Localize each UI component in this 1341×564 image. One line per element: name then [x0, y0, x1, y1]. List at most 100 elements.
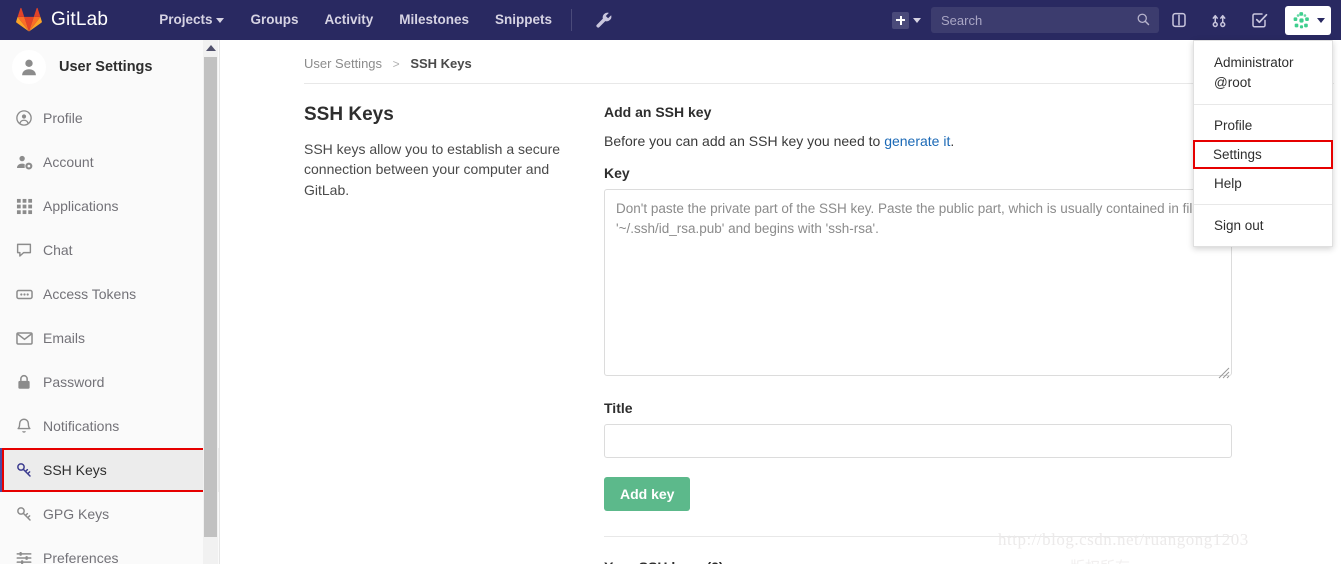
dropdown-item-sign-out[interactable]: Sign out [1194, 211, 1332, 240]
sidebar-item-label: Preferences [43, 550, 119, 564]
search-box[interactable] [931, 7, 1159, 33]
avatar [12, 50, 46, 84]
sidebar-item-chat[interactable]: Chat [0, 228, 219, 272]
brand-link[interactable]: GitLab [16, 7, 108, 33]
chat-bubble-icon [14, 240, 34, 260]
gitlab-ssh-keys-page: GitLab Projects Groups Activity Mileston… [0, 0, 1341, 564]
sidebar-header: User Settings [0, 40, 219, 94]
sidebar-item-label: GPG Keys [43, 506, 110, 522]
lock-icon [14, 372, 34, 392]
form-subtitle-after: . [950, 133, 955, 149]
sidebar-item-label: Access Tokens [43, 286, 137, 302]
brand-name: GitLab [51, 9, 109, 30]
breadcrumb-parent[interactable]: User Settings [304, 56, 382, 71]
todos-button[interactable] [1239, 11, 1279, 29]
sidebar-item-gpg-keys[interactable]: GPG Keys [0, 492, 219, 536]
generate-it-link[interactable]: generate it [884, 133, 950, 149]
user-menu-button[interactable] [1285, 5, 1331, 35]
breadcrumb-separator: > [392, 57, 400, 71]
sliders-icon [14, 548, 34, 564]
token-icon [14, 284, 34, 304]
sidebar-title: User Settings [59, 59, 153, 75]
key-textarea[interactable] [604, 189, 1232, 376]
scrollbar-up-button[interactable] [203, 40, 218, 56]
nav-link-snippets[interactable]: Snippets [482, 0, 565, 40]
title-input[interactable] [604, 424, 1232, 458]
title-field-label: Title [604, 400, 633, 416]
user-circle-icon [14, 108, 34, 128]
dropdown-item-help[interactable]: Help [1194, 169, 1332, 198]
chevron-down-icon [1317, 17, 1325, 23]
sidebar-item-notifications[interactable]: Notifications [0, 404, 219, 448]
sidebar-item-label: SSH Keys [43, 462, 107, 478]
section-description: SSH Keys SSH keys allow you to establish… [304, 104, 604, 564]
dropdown-item-settings[interactable]: Settings [1193, 140, 1333, 170]
top-navbar: GitLab Projects Groups Activity Mileston… [0, 0, 1341, 40]
section-divider [604, 536, 1232, 537]
search-icon [1137, 13, 1150, 26]
chevron-down-icon [913, 17, 921, 23]
bell-icon [14, 416, 34, 436]
form-subtitle-before: Before you can add an SSH key you need t… [604, 133, 885, 149]
sidebar-item-account[interactable]: Account [0, 140, 219, 184]
settings-sidebar: User Settings Profile Account Applicatio… [0, 40, 220, 564]
merge-requests-button[interactable] [1199, 11, 1239, 29]
sidebar-nav: Profile Account Applications Chat Access… [0, 94, 219, 564]
user-dropdown-menu: Administrator @root Profile Settings Hel… [1193, 40, 1333, 248]
sidebar-item-ssh-keys[interactable]: SSH Keys [0, 448, 219, 492]
form-title: Add an SSH key [604, 104, 712, 120]
key-icon [14, 504, 34, 524]
page-title: SSH Keys [304, 104, 394, 125]
chevron-down-icon [216, 17, 225, 23]
sidebar-item-access-tokens[interactable]: Access Tokens [0, 272, 219, 316]
navbar-right [886, 0, 1335, 40]
sidebar-item-emails[interactable]: Emails [0, 316, 219, 360]
triangle-up-icon [205, 45, 216, 51]
sidebar-item-profile[interactable]: Profile [0, 96, 219, 140]
new-item-button[interactable] [886, 11, 927, 29]
dropdown-signout-group: Sign out [1194, 205, 1332, 246]
sidebar-item-password[interactable]: Password [0, 360, 219, 404]
page-description: SSH keys allow you to establish a secure… [304, 141, 561, 198]
dropdown-username: @root [1214, 74, 1251, 90]
user-avatar-icon [22, 59, 36, 76]
add-key-button[interactable]: Add key [604, 477, 691, 511]
key-textarea-wrapper [604, 189, 1232, 381]
grid-dots-icon [14, 196, 34, 216]
user-gear-icon [14, 152, 34, 172]
sidebar-item-applications[interactable]: Applications [0, 184, 219, 228]
dropdown-item-profile[interactable]: Profile [1194, 111, 1332, 140]
sidebar-item-label: Chat [43, 242, 73, 258]
dropdown-user-name: Administrator [1214, 55, 1294, 70]
gitlab-tanuki-logo-icon [16, 7, 42, 32]
breadcrumb: User Settings > SSH Keys [220, 40, 1341, 71]
nav-link-activity[interactable]: Activity [311, 0, 386, 40]
sidebar-item-preferences[interactable]: Preferences [0, 536, 219, 564]
main-content: User Settings > SSH Keys SSH Keys SSH ke… [220, 40, 1341, 564]
admin-area-button[interactable] [586, 11, 621, 30]
issues-button[interactable] [1159, 11, 1199, 29]
sidebar-item-label: Profile [43, 110, 83, 126]
nav-link-projects-label: Projects [159, 12, 213, 27]
nav-link-milestones[interactable]: Milestones [386, 0, 482, 40]
merge-requests-icon [1212, 14, 1226, 28]
nav-divider [571, 9, 573, 31]
wrench-icon [596, 12, 612, 28]
nav-link-groups[interactable]: Groups [237, 0, 311, 40]
sidebar-item-label: Password [43, 374, 105, 390]
search-input[interactable] [931, 7, 1159, 33]
sidebar-item-label: Notifications [43, 418, 120, 434]
todos-icon [1252, 13, 1268, 28]
issues-icon [1172, 12, 1186, 28]
settings-columns: SSH Keys SSH keys allow you to establish… [220, 84, 1341, 564]
scrollbar-thumb[interactable] [204, 57, 217, 537]
key-field-label: Key [604, 165, 630, 181]
identicon-avatar-icon [1291, 9, 1312, 31]
envelope-icon [14, 328, 34, 348]
nav-link-projects[interactable]: Projects [146, 0, 237, 40]
sidebar-scrollbar[interactable] [203, 40, 218, 564]
add-ssh-key-form: Add an SSH key Before you can add an SSH… [604, 104, 1232, 564]
form-subtitle: Before you can add an SSH key you need t… [604, 133, 1232, 149]
sidebar-item-label: Account [43, 154, 94, 170]
dropdown-user-info: Administrator @root [1194, 41, 1332, 104]
